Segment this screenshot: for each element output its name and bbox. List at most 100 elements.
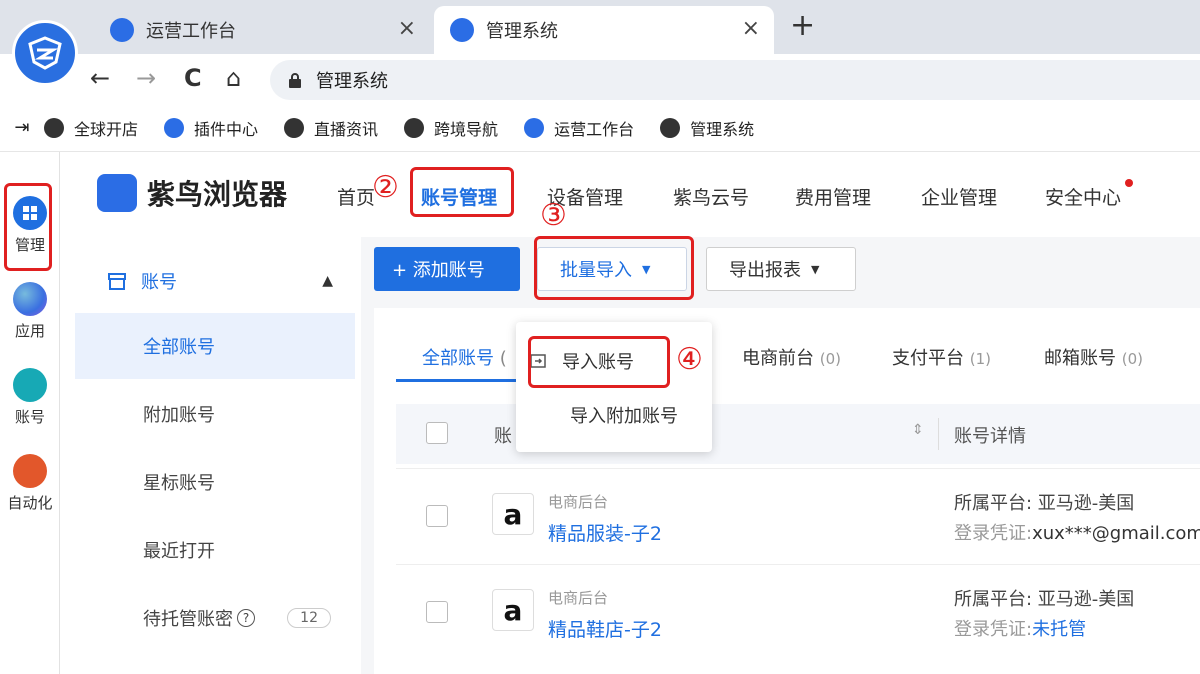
chrome-icon — [284, 117, 305, 138]
tab-count: (0) — [1121, 350, 1143, 368]
bookmark-global-store[interactable]: 全球开店 — [44, 116, 138, 140]
row-checkbox[interactable] — [426, 601, 448, 623]
rail-item-automation[interactable]: 自动化 — [0, 454, 60, 513]
address-row: ← → C ⌂ 管理系统 — [0, 54, 1200, 104]
credential-label: 登录凭证: — [954, 619, 1033, 640]
close-icon[interactable]: × — [398, 16, 416, 41]
account-credential: 登录凭证:xux***@gmail.com — [954, 519, 1200, 545]
sort-icon[interactable]: ⇕ — [912, 422, 924, 438]
row-checkbox[interactable] — [426, 505, 448, 527]
close-icon[interactable]: × — [742, 16, 760, 41]
shield-icon — [450, 18, 474, 42]
nav-security-center[interactable]: 安全中心 — [1045, 183, 1121, 210]
browser-tab-bar: 运营工作台 × 管理系统 × + — [0, 0, 1200, 54]
nav-home[interactable]: 首页 — [337, 183, 375, 210]
amazon-icon: a — [492, 589, 534, 631]
bookmarks-bar: ⇥ 全球开店 插件中心 直播资讯 跨境导航 运营工作台 管理系统 — [0, 104, 1200, 152]
annotation-4: ④ — [676, 342, 703, 377]
account-type: 电商后台 — [548, 493, 609, 511]
tab-count: (0) — [819, 350, 841, 368]
table-row[interactable]: a 电商后台 精品服装-子2 所属平台: 亚马逊-美国 登录凭证:xux***@… — [396, 468, 1200, 564]
tab-ecommerce-frontend[interactable]: 电商前台 (0) — [742, 344, 841, 370]
apps-icon — [13, 282, 47, 316]
shield-icon — [164, 117, 185, 138]
rail-item-accounts[interactable]: 账号 — [0, 368, 60, 427]
nav-billing[interactable]: 费用管理 — [795, 183, 871, 210]
bookmark-admin-system[interactable]: 管理系统 — [660, 116, 754, 140]
account-name-link[interactable]: 精品鞋店-子2 — [548, 615, 662, 642]
brand-logo-icon — [97, 174, 137, 212]
count-badge: 12 — [287, 608, 331, 628]
account-name-link[interactable]: 精品服装-子2 — [548, 519, 662, 546]
app-logo-icon — [12, 20, 78, 86]
notification-dot — [1125, 179, 1133, 187]
credential-label: 登录凭证: — [954, 523, 1033, 544]
back-button[interactable]: ← — [90, 64, 110, 92]
bookmark-label: 运营工作台 — [554, 119, 635, 139]
browser-tab-admin[interactable]: 管理系统 × — [434, 6, 774, 54]
table-row[interactable]: a 电商后台 精品鞋店-子2 所属平台: 亚马逊-美国 登录凭证:未托管 — [396, 564, 1200, 660]
credential-value[interactable]: 未托管 — [1032, 619, 1086, 640]
sidebar-item-starred-accounts[interactable]: 星标账号 — [75, 449, 355, 515]
export-report-button[interactable]: 导出报表 ▼ — [706, 247, 856, 291]
bookmark-label: 全球开店 — [74, 119, 139, 139]
new-tab-button[interactable]: + — [790, 8, 815, 43]
bookmark-live-news[interactable]: 直播资讯 — [284, 116, 378, 140]
menu-item-import-extra-account[interactable]: 导入附加账号 — [570, 402, 678, 428]
address-bar[interactable]: 管理系统 — [270, 60, 1200, 100]
annotation-box-1 — [4, 183, 52, 271]
home-button[interactable]: ⌂ — [226, 64, 241, 92]
sidebar-section-accounts[interactable]: 账号 ▲ — [75, 251, 355, 311]
browser-tab-ops[interactable]: 运营工作台 × — [96, 6, 430, 54]
account-credential: 登录凭证:未托管 — [954, 615, 1086, 641]
bookmark-crossborder-nav[interactable]: 跨境导航 — [404, 116, 498, 140]
annotation-3: ③ — [540, 198, 567, 233]
tab-label: 支付平台 — [892, 348, 964, 369]
tab-label: 运营工作台 — [146, 21, 236, 42]
tab-count: (1) — [969, 350, 991, 368]
column-header-details: 账号详情 — [954, 426, 1026, 447]
tab-email-accounts[interactable]: 邮箱账号 (0) — [1044, 344, 1143, 370]
sidebar-item-label: 全部账号 — [143, 337, 215, 358]
bookmark-label: 直播资讯 — [314, 119, 379, 139]
chevron-up-icon[interactable]: ▲ — [322, 273, 333, 289]
chrome-icon — [44, 117, 64, 138]
column-divider — [938, 418, 939, 450]
annotation-box-4 — [528, 336, 670, 388]
button-label: 导出报表 — [729, 260, 801, 281]
nav-enterprise[interactable]: 企业管理 — [921, 183, 997, 210]
add-account-button[interactable]: + 添加账号 — [374, 247, 520, 291]
sidebar-item-extra-accounts[interactable]: 附加账号 — [75, 381, 355, 447]
caret-down-icon: ▼ — [811, 262, 820, 276]
rail-label: 账号 — [14, 408, 45, 426]
sign-in-icon[interactable]: ⇥ — [0, 117, 44, 138]
sidebar-item-pending-credentials[interactable]: 待托管账密 ? 12 — [75, 585, 355, 651]
bookmark-plugins[interactable]: 插件中心 — [164, 116, 258, 140]
app-header: 紫鸟浏览器 首页 账号管理 设备管理 紫鸟云号 费用管理 企业管理 安全中心 — [61, 153, 1200, 237]
bookmark-label: 管理系统 — [690, 119, 755, 139]
sidebar-item-recent[interactable]: 最近打开 — [75, 517, 355, 583]
forward-button[interactable]: → — [136, 64, 156, 92]
nav-cloud-number[interactable]: 紫鸟云号 — [673, 183, 749, 210]
tab-label: 邮箱账号 — [1044, 348, 1116, 369]
account-platform: 所属平台: 亚马逊-美国 — [954, 589, 1135, 610]
bookmark-ops-workspace[interactable]: 运营工作台 — [524, 116, 634, 140]
tab-label: 全部账号 — [422, 348, 494, 369]
select-all-checkbox[interactable] — [426, 422, 448, 444]
rail-item-apps[interactable]: 应用 — [0, 282, 60, 341]
store-icon — [108, 273, 126, 290]
reload-button[interactable]: C — [184, 64, 202, 92]
account-platform: 所属平台: 亚马逊-美国 — [954, 493, 1135, 514]
sidebar-item-all-accounts[interactable]: 全部账号 — [75, 313, 355, 379]
sidebar: 账号 ▲ 全部账号 附加账号 星标账号 最近打开 待托管账密 ? 12 — [75, 245, 355, 674]
credential-value: xux***@gmail.com — [1032, 523, 1200, 544]
store-icon — [13, 368, 47, 402]
chrome-icon — [404, 117, 425, 138]
tab-all-accounts[interactable]: 全部账号 ( — [396, 330, 526, 382]
annotation-2: ② — [372, 170, 399, 205]
sidebar-item-label: 最近打开 — [143, 541, 215, 562]
tab-payment-platform[interactable]: 支付平台 (1) — [892, 344, 991, 370]
help-icon[interactable]: ? — [237, 609, 255, 627]
annotation-box-3 — [534, 236, 694, 300]
sidebar-item-label: 附加账号 — [143, 405, 215, 426]
